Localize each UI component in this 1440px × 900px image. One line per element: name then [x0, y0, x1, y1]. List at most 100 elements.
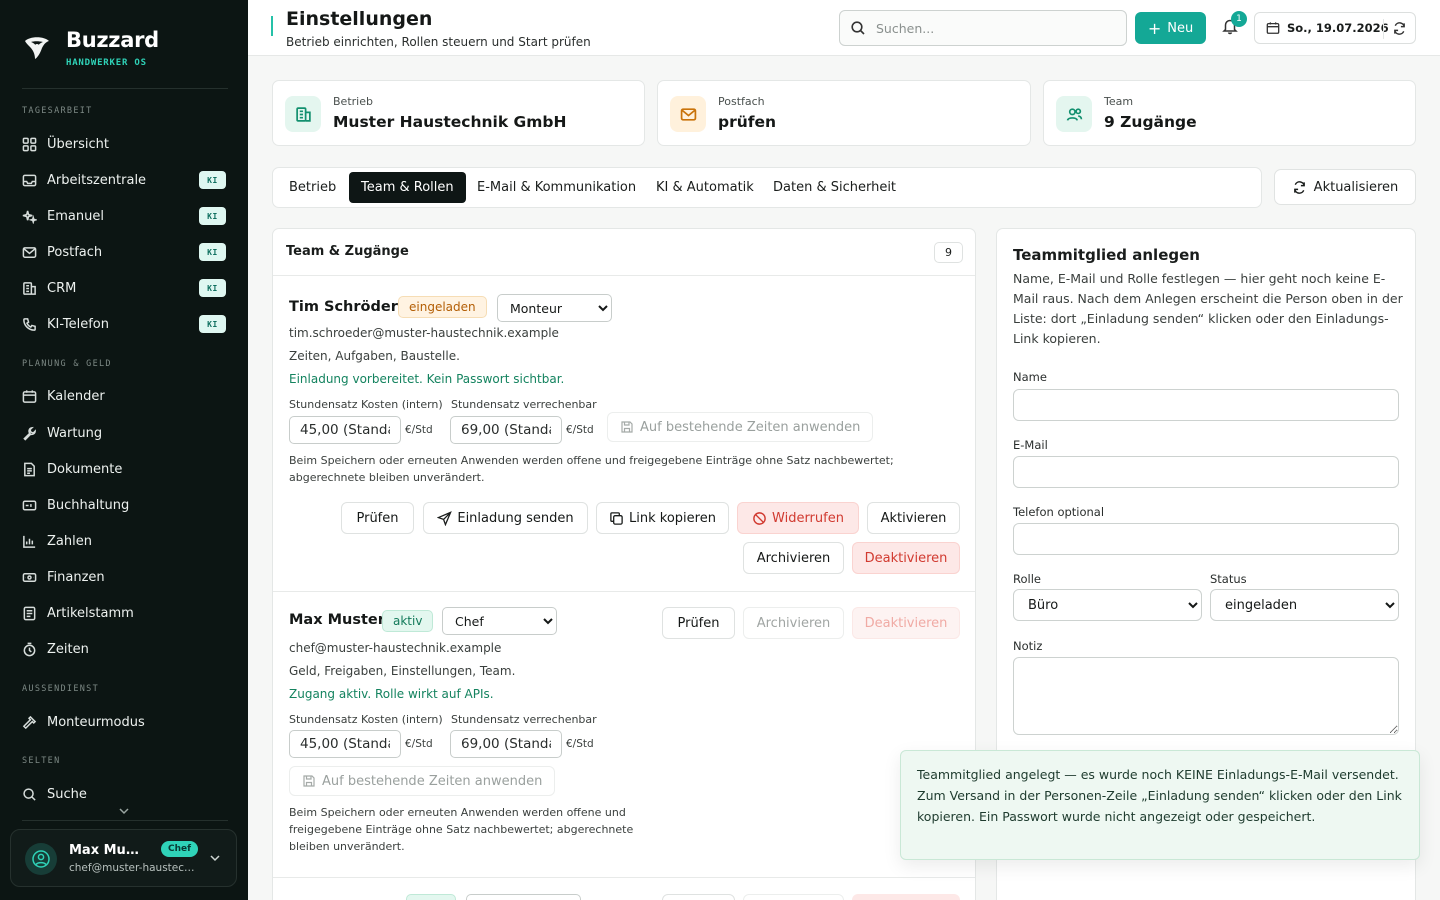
- sidebar-item-ki-telefon[interactable]: KI-Telefon KI: [22, 312, 226, 336]
- archive-button[interactable]: Archivieren: [743, 542, 844, 574]
- sidebar-item-postfach[interactable]: Postfach KI: [22, 240, 226, 264]
- rate-unit: €/Std: [405, 738, 433, 750]
- activate-button[interactable]: Aktivieren: [867, 502, 960, 534]
- tab-ki-automatik[interactable]: KI & Automatik: [644, 172, 766, 203]
- sidebar-item-zahlen[interactable]: Zahlen: [22, 529, 226, 553]
- sidebar-item-label: Dokumente: [47, 461, 123, 477]
- ledger-icon: [22, 500, 37, 510]
- stat-label: Postfach: [718, 95, 765, 108]
- row-divider: [273, 877, 975, 878]
- email-field[interactable]: [1013, 456, 1399, 488]
- archive-button[interactable]: Archivieren: [743, 607, 844, 639]
- tab-betrieb[interactable]: Betrieb: [277, 172, 348, 203]
- notification-count-badge: 1: [1231, 11, 1247, 27]
- sidebar-item-artikelstamm[interactable]: Artikelstamm: [22, 601, 226, 625]
- member-state-text: Zugang aktiv. Rolle wirkt auf APIs.: [289, 687, 494, 701]
- send-invite-button[interactable]: Einladung senden: [423, 502, 588, 534]
- apply-rates-button[interactable]: Auf bestehende Zeiten anwenden: [289, 766, 556, 796]
- stat-value: Muster Haustechnik GmbH: [333, 113, 567, 131]
- sidebar-item-label: Finanzen: [47, 569, 105, 585]
- member-name: Tim Schröder: [289, 299, 398, 315]
- note-field[interactable]: [1013, 657, 1399, 735]
- member-scope: Zeiten, Aufgaben, Baustelle.: [289, 349, 460, 363]
- new-button[interactable]: + Neu: [1135, 12, 1206, 44]
- copy-link-button[interactable]: Link kopieren: [596, 502, 729, 534]
- stat-card-betrieb[interactable]: Betrieb Muster Haustechnik GmbH: [272, 80, 645, 146]
- refresh-icon[interactable]: [1392, 21, 1407, 36]
- brand[interactable]: Buzzard HANDWERKER OS: [22, 28, 159, 68]
- refresh-button[interactable]: Aktualisieren: [1274, 169, 1416, 205]
- plus-icon: +: [1147, 18, 1162, 38]
- sidebar-item-finanzen[interactable]: Finanzen: [22, 565, 226, 589]
- chevron-down-icon[interactable]: [208, 851, 222, 865]
- ki-badge: KI: [199, 315, 226, 333]
- rate-cost-input[interactable]: [289, 416, 401, 444]
- sidebar-item-label: Wartung: [47, 425, 103, 441]
- sidebar-item-arbeitszentrale[interactable]: Arbeitszentrale KI: [22, 168, 226, 192]
- stat-value: 9 Zugänge: [1104, 113, 1197, 131]
- sidebar-section-planning: PLANUNG & GELD: [22, 359, 112, 369]
- member-email: tim.schroeder@muster-haustechnik.example: [289, 326, 559, 340]
- stopwatch-icon: [23, 642, 36, 656]
- revoke-label: Widerrufen: [772, 510, 844, 526]
- deactivate-button[interactable]: [852, 894, 960, 900]
- tab-team-rollen[interactable]: Team & Rollen: [349, 172, 466, 203]
- avatar: [25, 843, 57, 875]
- team-member-row: Max Muster aktiv Chef Prüfen Archivieren…: [273, 591, 975, 881]
- search-input[interactable]: [876, 20, 1116, 36]
- page-title: Einstellungen: [286, 8, 433, 30]
- sidebar-item-label: Kalender: [47, 388, 105, 404]
- sidebar-item-wartung[interactable]: Wartung: [22, 421, 226, 445]
- sidebar-item-kalender[interactable]: Kalender: [22, 384, 226, 408]
- tab-daten-sicherheit[interactable]: Daten & Sicherheit: [761, 172, 908, 203]
- tab-email-kommunikation[interactable]: E-Mail & Kommunikation: [465, 172, 648, 203]
- phone-icon: [23, 317, 36, 331]
- sidebar-divider: [22, 820, 228, 821]
- stat-icon-wrap: [285, 96, 321, 132]
- name-field[interactable]: [1013, 389, 1399, 421]
- deactivate-button[interactable]: Deaktivieren: [852, 542, 960, 574]
- settings-tabs: Betrieb Team & Rollen E-Mail & Kommunika…: [272, 167, 1262, 208]
- search-box[interactable]: [839, 10, 1127, 46]
- team-panel-title: Team & Zugänge: [286, 244, 409, 259]
- sidebar-item-buchhaltung[interactable]: Buchhaltung: [22, 493, 226, 517]
- sidebar-item-crm[interactable]: CRM KI: [22, 276, 226, 300]
- role-select[interactable]: Chef: [442, 607, 557, 635]
- sparkles-icon: [22, 210, 37, 224]
- ban-icon: [753, 511, 766, 525]
- member-state-text: Einladung vorbereitet. Kein Passwort sic…: [289, 372, 565, 386]
- team-count-badge: 9: [934, 242, 963, 263]
- sidebar-item-dokumente[interactable]: Dokumente: [22, 457, 226, 481]
- apply-rates-button[interactable]: Auf bestehende Zeiten anwenden: [607, 412, 874, 442]
- sidebar-section-rare: SELTEN: [22, 756, 61, 766]
- sidebar-item-suche[interactable]: Suche: [22, 782, 226, 806]
- status-select[interactable]: eingeladen: [1210, 589, 1399, 621]
- chevron-down-icon[interactable]: [117, 804, 131, 818]
- sidebar-item-label: Artikelstamm: [47, 605, 134, 621]
- sidebar-item-zeiten[interactable]: Zeiten: [22, 637, 226, 661]
- rate-cost-input[interactable]: [289, 730, 401, 758]
- check-button[interactable]: [662, 894, 735, 900]
- phone-field[interactable]: [1013, 523, 1399, 555]
- check-button[interactable]: Prüfen: [662, 607, 735, 639]
- check-button[interactable]: Prüfen: [341, 502, 414, 534]
- rate-bill-input[interactable]: [450, 416, 562, 444]
- toast-message: Teammitglied angelegt — es wurde noch KE…: [917, 767, 1402, 824]
- stat-card-team[interactable]: Team 9 Zugänge: [1043, 80, 1416, 146]
- member-name: Max Muster: [289, 612, 385, 628]
- user-card[interactable]: Max Muster Chef chef@muster-haustechnik.…: [10, 829, 237, 887]
- role-select[interactable]: [466, 894, 581, 900]
- user-role-badge: Chef: [161, 841, 199, 857]
- sidebar-item-uebersicht[interactable]: Übersicht: [22, 132, 226, 156]
- revoke-button[interactable]: Widerrufen: [737, 502, 859, 534]
- sidebar-item-monteurmodus[interactable]: Monteurmodus: [22, 710, 226, 734]
- role-select[interactable]: Monteur: [497, 294, 612, 322]
- date-display[interactable]: So., 19.07.2026: [1254, 12, 1416, 44]
- archive-button[interactable]: [743, 894, 844, 900]
- sidebar-item-emanuel[interactable]: Emanuel KI: [22, 204, 226, 228]
- role-select[interactable]: Büro: [1013, 589, 1202, 621]
- stat-card-postfach[interactable]: Postfach prüfen: [657, 80, 1031, 146]
- rate-bill-input[interactable]: [450, 730, 562, 758]
- search-icon: [851, 21, 865, 35]
- deactivate-button[interactable]: Deaktivieren: [852, 607, 960, 639]
